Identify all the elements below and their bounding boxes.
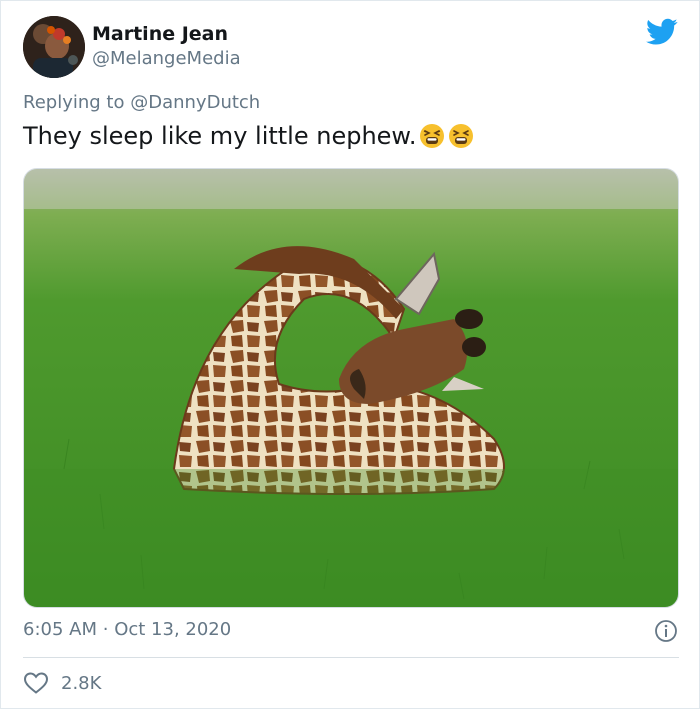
tweet-date: Oct 13, 2020 (114, 619, 232, 640)
tweet-card: Martine Jean @MelangeMedia Replying to @… (0, 0, 700, 709)
tired-face-emoji-icon (420, 124, 445, 148)
tweet-text: They sleep like my little nephew. (23, 122, 474, 150)
tweet-photo-sleeping-giraffe[interactable] (23, 168, 679, 608)
author-handle[interactable]: @MelangeMedia (92, 48, 241, 69)
tweet-text-body: They sleep like my little nephew. (23, 122, 417, 150)
reply-prefix: Replying to (23, 92, 125, 113)
tweet-timestamp[interactable]: 6:05 AM · Oct 13, 2020 (23, 619, 231, 640)
info-icon[interactable] (654, 619, 678, 643)
timestamp-separator: · (102, 619, 109, 640)
twitter-bird-icon[interactable] (646, 18, 678, 46)
tired-face-emoji-icon (449, 124, 474, 148)
heart-icon (23, 672, 49, 694)
author-name[interactable]: Martine Jean (92, 23, 228, 45)
author-avatar[interactable] (23, 16, 85, 78)
reply-handle-link[interactable]: @DannyDutch (130, 92, 260, 113)
divider (23, 657, 679, 658)
reply-context: Replying to @DannyDutch (23, 92, 260, 113)
like-count: 2.8K (61, 672, 102, 694)
tweet-time: 6:05 AM (23, 619, 97, 640)
like-button[interactable]: 2.8K (23, 671, 101, 695)
